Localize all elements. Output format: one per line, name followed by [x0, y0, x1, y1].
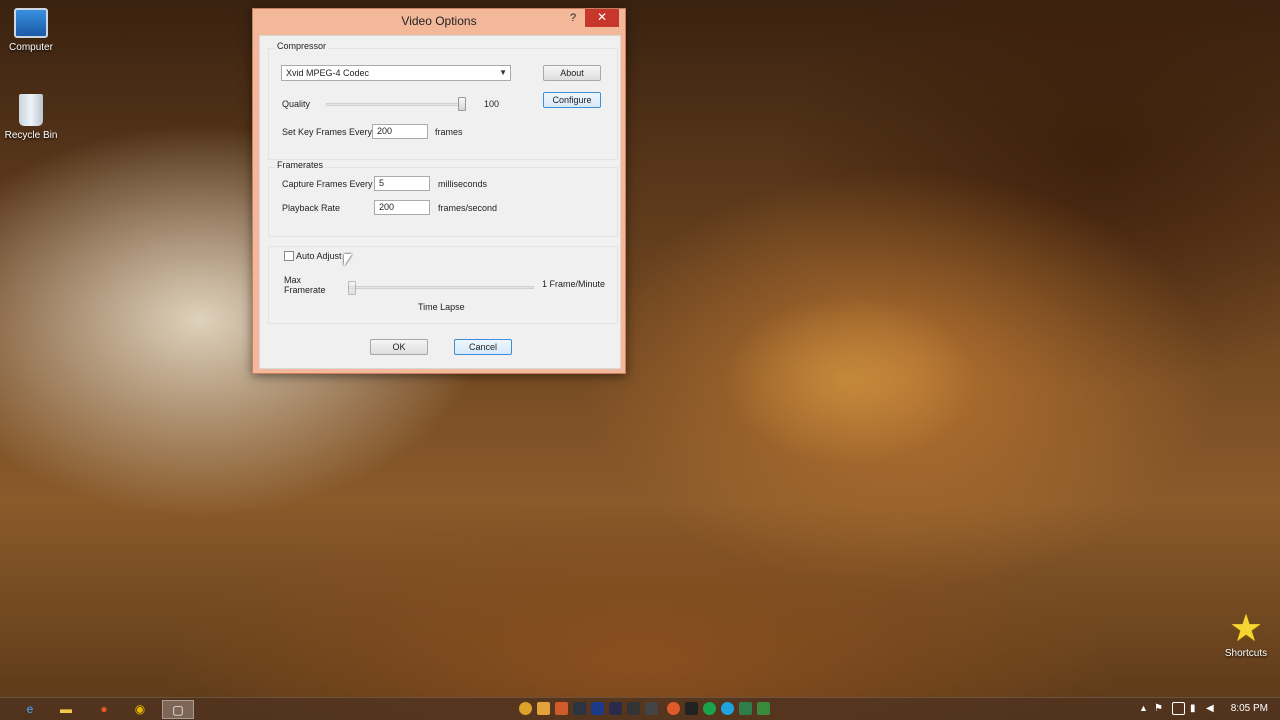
keyframes-label: Set Key Frames Every — [282, 127, 373, 137]
quality-slider-thumb[interactable] — [458, 97, 466, 111]
desktop-icon-shortcuts[interactable]: ★ Shortcuts — [1215, 610, 1277, 659]
tray-icon[interactable] — [739, 702, 752, 715]
star-icon: ★ — [1228, 608, 1264, 650]
desktop-icon-label: Shortcuts — [1224, 648, 1268, 659]
video-options-dialog: Video Options ? ✕ Compressor Xvid MPEG-4… — [252, 8, 626, 374]
computer-icon — [14, 8, 48, 38]
tray-icon[interactable] — [537, 702, 550, 715]
framerates-group-title: Framerates — [275, 160, 326, 170]
max-framerate-label-line1: Max — [284, 275, 302, 285]
taskbar: e ▬ ● ◉ ▢ ▲ ⚑ ▮ ◀ 8:05 PM — [0, 697, 1280, 720]
max-framerate-slider-track[interactable] — [348, 286, 534, 289]
quality-label: Quality — [282, 99, 311, 109]
codec-select[interactable]: Xvid MPEG-4 Codec ▼ — [281, 65, 511, 81]
app-taskbar-button[interactable]: ● — [88, 700, 120, 719]
taskbar-clock[interactable]: 8:05 PM — [1231, 703, 1268, 714]
tray-icon[interactable] — [703, 702, 716, 715]
chrome-taskbar-button[interactable]: ◉ — [124, 700, 156, 719]
active-window-taskbar-button[interactable]: ▢ — [162, 700, 194, 719]
about-button[interactable]: About — [543, 65, 601, 81]
tray-icon[interactable] — [609, 702, 622, 715]
capture-unit: milliseconds — [438, 179, 488, 189]
tray-icon[interactable] — [591, 702, 604, 715]
help-button[interactable]: ? — [565, 12, 581, 28]
max-framerate-slider-thumb[interactable] — [348, 281, 356, 295]
desktop-icon-computer[interactable]: Computer — [0, 8, 62, 53]
recycle-bin-icon — [19, 94, 43, 126]
tray-icon[interactable] — [627, 702, 640, 715]
monitor-icon[interactable] — [1172, 702, 1185, 715]
configure-button[interactable]: Configure — [543, 92, 601, 108]
chevron-down-icon: ▼ — [499, 68, 507, 77]
desktop-icon-label: Computer — [9, 42, 53, 53]
show-hidden-icons-icon[interactable]: ▲ — [1137, 702, 1150, 715]
flag-icon[interactable]: ⚑ — [1154, 702, 1167, 715]
playback-unit: frames/second — [438, 203, 498, 213]
tray-icon[interactable] — [555, 702, 568, 715]
compressor-group-title: Compressor — [275, 41, 329, 51]
keyframes-input[interactable]: 200 — [372, 124, 428, 139]
ok-button[interactable]: OK — [370, 339, 428, 355]
playback-label: Playback Rate — [282, 203, 341, 213]
ie-taskbar-button[interactable]: e — [14, 700, 46, 719]
framerates-group: Framerates — [268, 160, 618, 237]
mouse-cursor-icon — [344, 254, 352, 266]
codec-select-value: Xvid MPEG-4 Codec — [286, 68, 370, 78]
cancel-button[interactable]: Cancel — [454, 339, 512, 355]
tray-icon[interactable] — [685, 702, 698, 715]
auto-adjust-label: Auto Adjust — [296, 251, 342, 261]
auto-adjust-checkbox[interactable] — [284, 251, 294, 261]
skype-tray-icon[interactable] — [721, 702, 734, 715]
explorer-taskbar-button[interactable]: ▬ — [50, 700, 82, 719]
slider-bottom-label: Time Lapse — [418, 302, 465, 312]
steam-tray-icon[interactable] — [573, 702, 586, 715]
chrome-tray-icon[interactable] — [519, 702, 532, 715]
playback-input[interactable]: 200 — [374, 200, 430, 215]
slider-right-label: 1 Frame/Minute — [542, 279, 606, 289]
tray-icon[interactable] — [645, 702, 658, 715]
desktop-icon-label: Recycle Bin — [4, 130, 58, 141]
capture-label: Capture Frames Every — [282, 179, 373, 189]
network-icon[interactable]: ▮ — [1190, 702, 1203, 715]
keyframes-unit: frames — [435, 127, 463, 137]
dialog-titlebar[interactable]: Video Options ? ✕ — [253, 9, 625, 33]
tray-icon[interactable] — [667, 702, 680, 715]
close-button[interactable]: ✕ — [585, 9, 619, 27]
max-framerate-label-line2: Framerate — [284, 285, 326, 295]
quality-value: 100 — [484, 99, 500, 109]
volume-icon[interactable]: ◀ — [1206, 702, 1219, 715]
quality-slider-track[interactable] — [326, 103, 466, 106]
dialog-client-area: Compressor Xvid MPEG-4 Codec ▼ About Con… — [259, 35, 621, 369]
tray-icon[interactable] — [757, 702, 770, 715]
desktop-icon-recycle-bin[interactable]: Recycle Bin — [0, 94, 62, 141]
capture-input[interactable]: 5 — [374, 176, 430, 191]
